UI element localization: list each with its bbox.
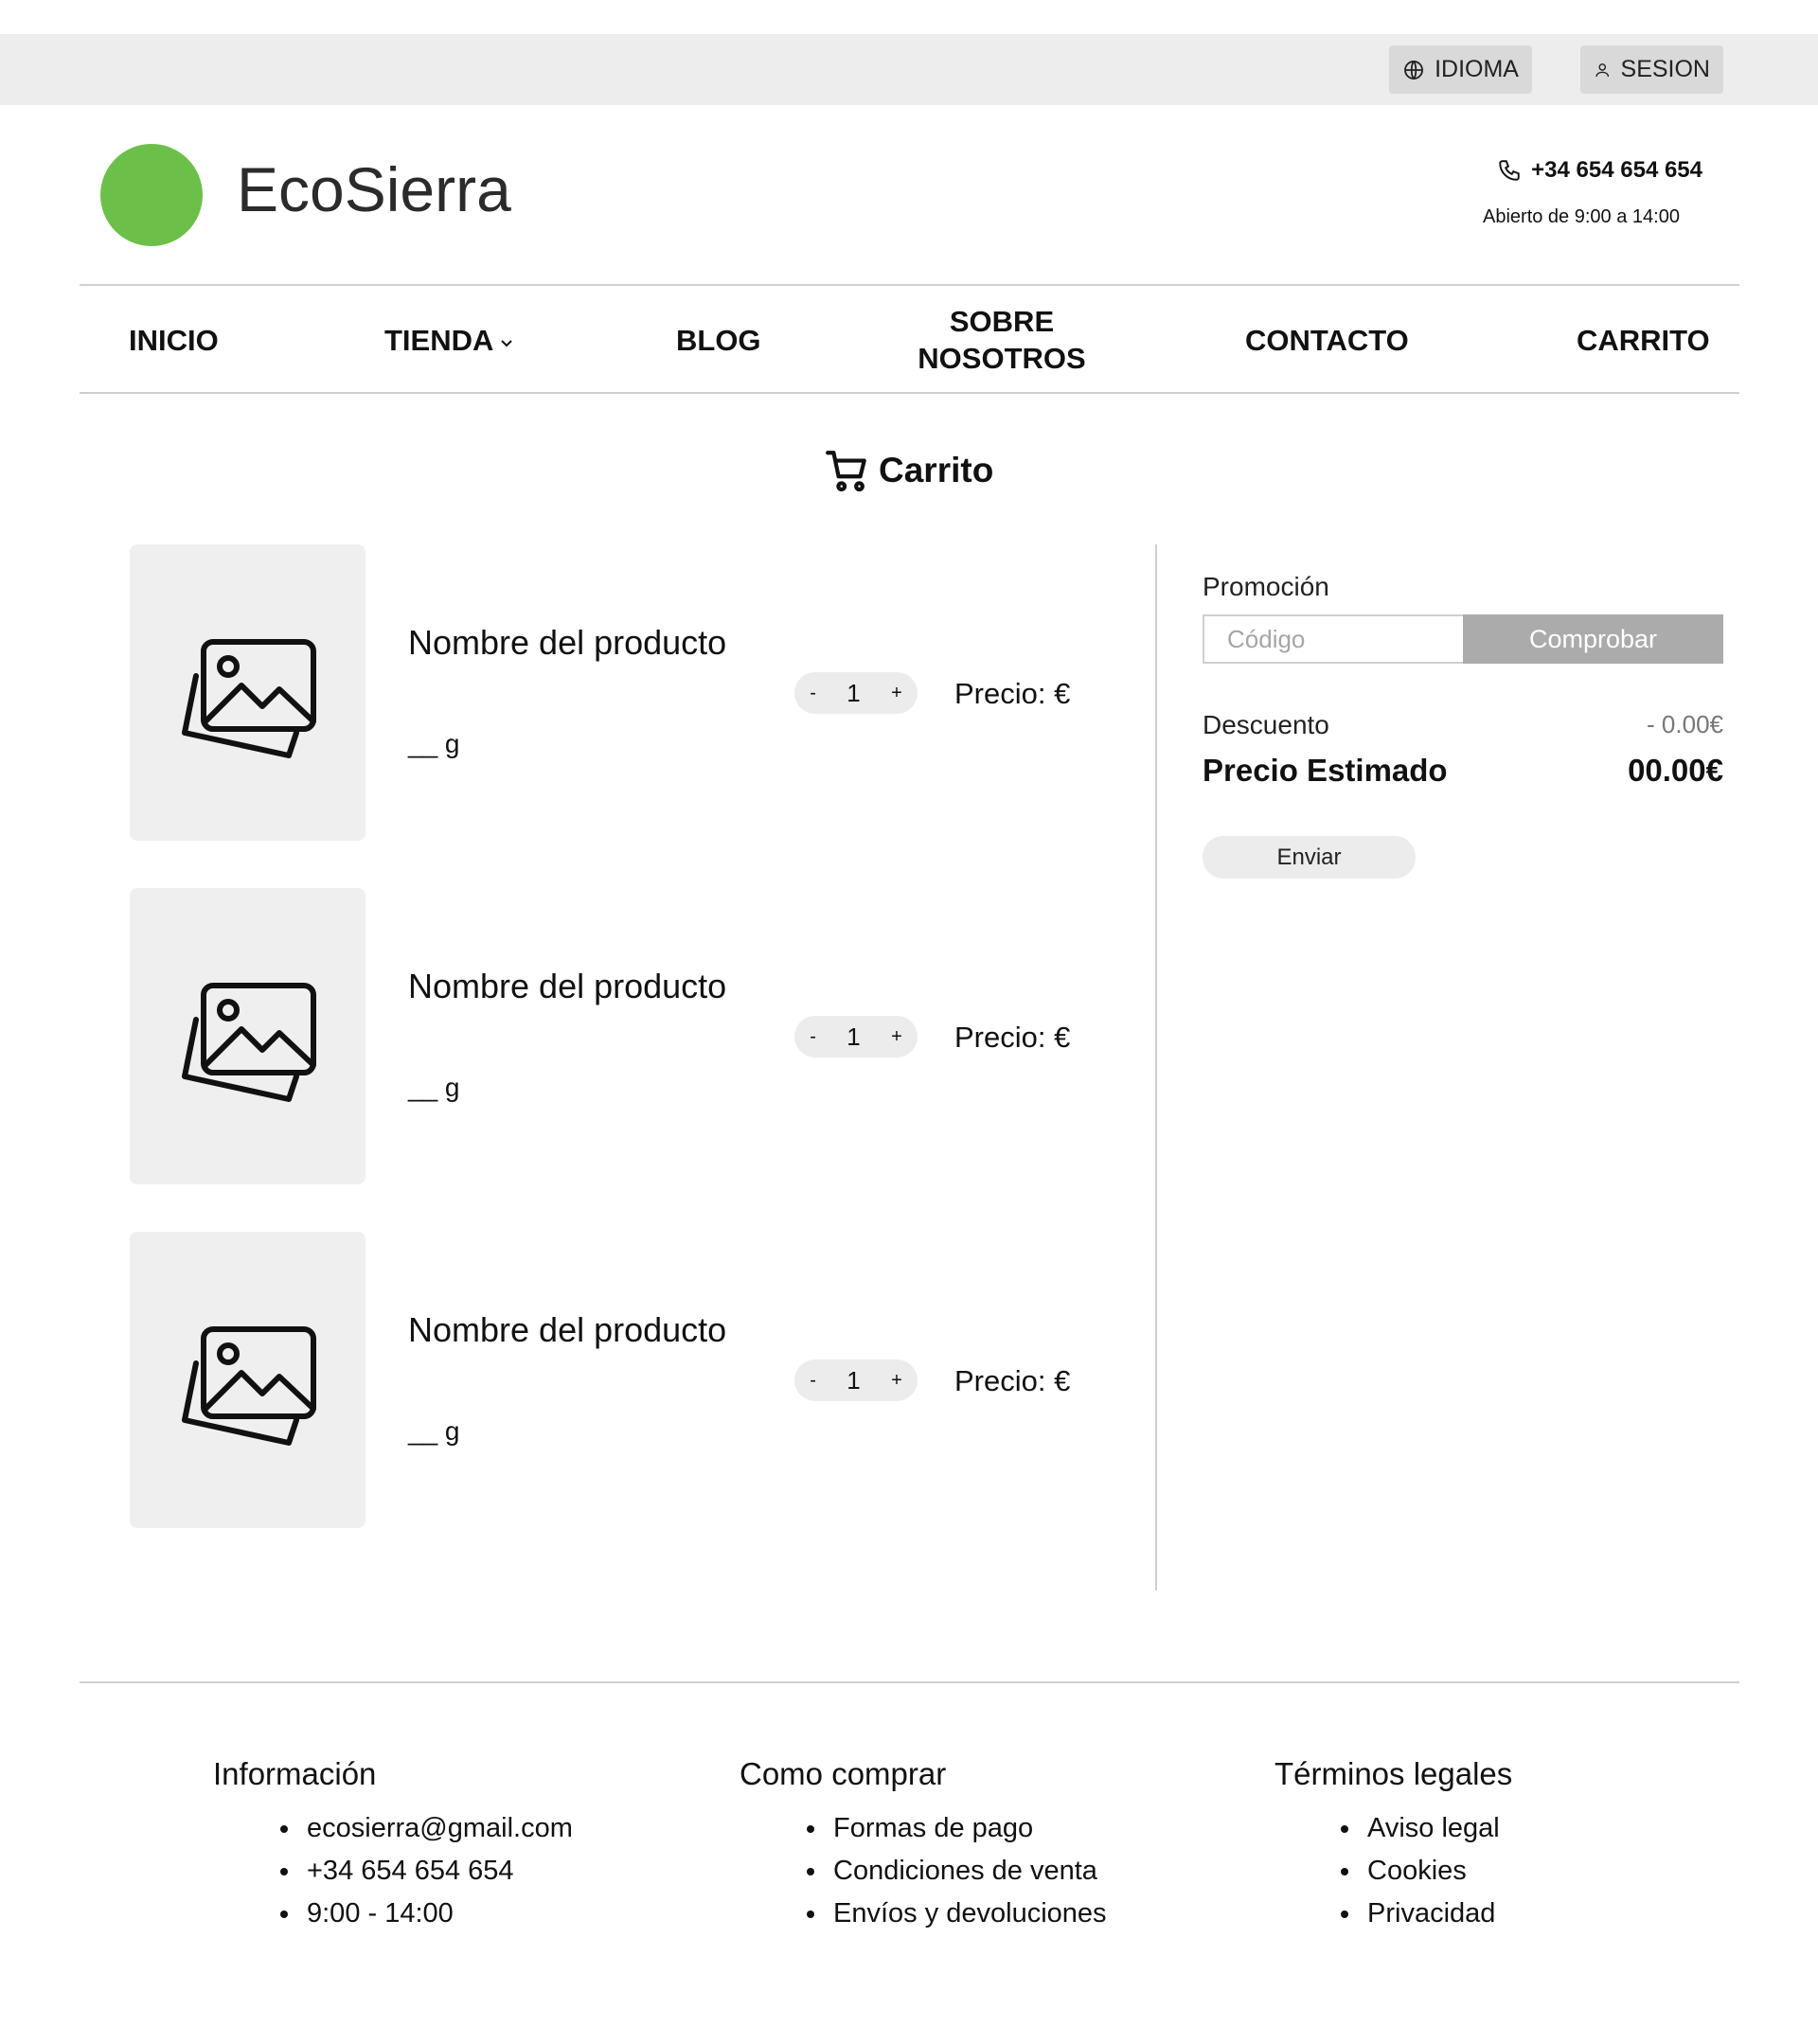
footer-link-privacy[interactable]: Privacidad (1341, 1895, 1500, 1938)
estimated-price-label: Precio Estimado (1203, 753, 1448, 788)
nav-label: SOBRE NOSOTROS (918, 305, 1086, 375)
increase-button[interactable]: + (891, 1370, 902, 1392)
quantity-value: 1 (847, 678, 861, 707)
nav-sobre-nosotros[interactable]: SOBRE NOSOTROS (907, 303, 1096, 377)
brand-name[interactable]: EcoSierra (237, 153, 511, 225)
session-button[interactable]: SESION (1580, 45, 1723, 94)
session-label: SESION (1620, 56, 1710, 82)
globe-icon (1404, 60, 1423, 80)
image-placeholder-icon (181, 638, 316, 758)
language-label: IDIOMA (1435, 56, 1519, 82)
footer-howto-list: Formas de pago Condiciones de venta Enví… (807, 1810, 1107, 1938)
footer-legal-list: Aviso legal Cookies Privacidad (1341, 1810, 1500, 1938)
cart-summary-divider (1155, 544, 1157, 1591)
decrease-button[interactable]: - (810, 683, 816, 704)
product-image[interactable] (130, 544, 365, 841)
product-price: Precio: € (954, 677, 1071, 710)
promo-code-input[interactable] (1203, 614, 1463, 664)
footer-info-list: ecosierra@gmail.com +34 654 654 654 9:00… (280, 1810, 573, 1938)
user-icon (1595, 62, 1610, 77)
increase-button[interactable]: + (891, 683, 902, 704)
nav-carrito[interactable]: CARRITO (1577, 322, 1710, 359)
footer-divider (80, 1681, 1739, 1683)
language-button[interactable]: IDIOMA (1389, 45, 1532, 94)
promo-label: Promoción (1203, 572, 1329, 601)
product-name[interactable]: Nombre del producto (408, 967, 726, 1006)
discount-value: - 0.00€ (1647, 710, 1723, 738)
quantity-value: 1 (847, 1365, 861, 1395)
header-divider (80, 284, 1739, 286)
header-phone: +34 654 654 654 (1497, 157, 1702, 184)
product-price: Precio: € (954, 1021, 1071, 1054)
cart-title: Carrito (879, 451, 994, 489)
product-name[interactable]: Nombre del producto (408, 623, 726, 663)
footer-howto-title: Como comprar (740, 1756, 947, 1791)
cart-heading: Carrito (824, 447, 993, 494)
nav-contacto[interactable]: CONTACTO (1245, 322, 1409, 359)
nav-label: TIENDA (384, 324, 494, 357)
footer-phone[interactable]: +34 654 654 654 (280, 1853, 573, 1895)
product-price: Precio: € (954, 1364, 1071, 1397)
chevron-down-icon (501, 340, 513, 347)
nav-inicio[interactable]: INICIO (129, 322, 219, 359)
cart-icon (826, 451, 866, 492)
nav-label: CARRITO (1577, 324, 1710, 357)
logo[interactable] (100, 144, 203, 246)
image-placeholder-icon (181, 982, 316, 1102)
nav-divider (80, 392, 1739, 394)
footer-link-cookies[interactable]: Cookies (1341, 1853, 1500, 1895)
footer-link-payment[interactable]: Formas de pago (807, 1810, 1107, 1853)
footer-hours: 9:00 - 14:00 (280, 1895, 573, 1938)
nav-label: CONTACTO (1245, 324, 1409, 357)
estimated-price-value: 00.00€ (1628, 753, 1723, 788)
increase-button[interactable]: + (891, 1026, 902, 1048)
opening-hours: Abierto de 9:00 a 14:00 (1483, 206, 1680, 227)
decrease-button[interactable]: - (810, 1026, 816, 1048)
footer-legal-title: Términos legales (1274, 1756, 1513, 1791)
nav-label: BLOG (676, 324, 761, 357)
quantity-value: 1 (847, 1022, 861, 1051)
phone-number: +34 654 654 654 (1531, 157, 1702, 183)
image-placeholder-icon (181, 1325, 316, 1446)
product-weight: __ g (408, 729, 460, 758)
product-image[interactable] (130, 888, 365, 1184)
discount-label: Descuento (1203, 710, 1329, 739)
quantity-stepper: - 1 + (794, 1016, 918, 1058)
nav-blog[interactable]: BLOG (676, 322, 761, 359)
check-promo-button[interactable]: Comprobar (1463, 614, 1723, 664)
phone-icon (1499, 160, 1520, 181)
footer-link-conditions[interactable]: Condiciones de venta (807, 1853, 1107, 1895)
footer-email-link[interactable]: ecosierra@gmail.com (280, 1810, 573, 1853)
footer-link-legal-notice[interactable]: Aviso legal (1341, 1810, 1500, 1853)
decrease-button[interactable]: - (810, 1370, 816, 1392)
product-weight: __ g (408, 1073, 460, 1102)
product-name[interactable]: Nombre del producto (408, 1310, 726, 1350)
footer-link-shipping[interactable]: Envíos y devoluciones (807, 1895, 1107, 1938)
footer-info-title: Información (213, 1756, 377, 1791)
product-weight: __ g (408, 1416, 460, 1446)
nav-label: INICIO (129, 324, 219, 357)
send-button[interactable]: Enviar (1203, 836, 1416, 879)
nav-tienda[interactable]: TIENDA (384, 322, 514, 359)
product-image[interactable] (130, 1232, 365, 1528)
quantity-stepper: - 1 + (794, 1360, 918, 1401)
top-bar (0, 34, 1818, 105)
quantity-stepper: - 1 + (794, 672, 918, 714)
